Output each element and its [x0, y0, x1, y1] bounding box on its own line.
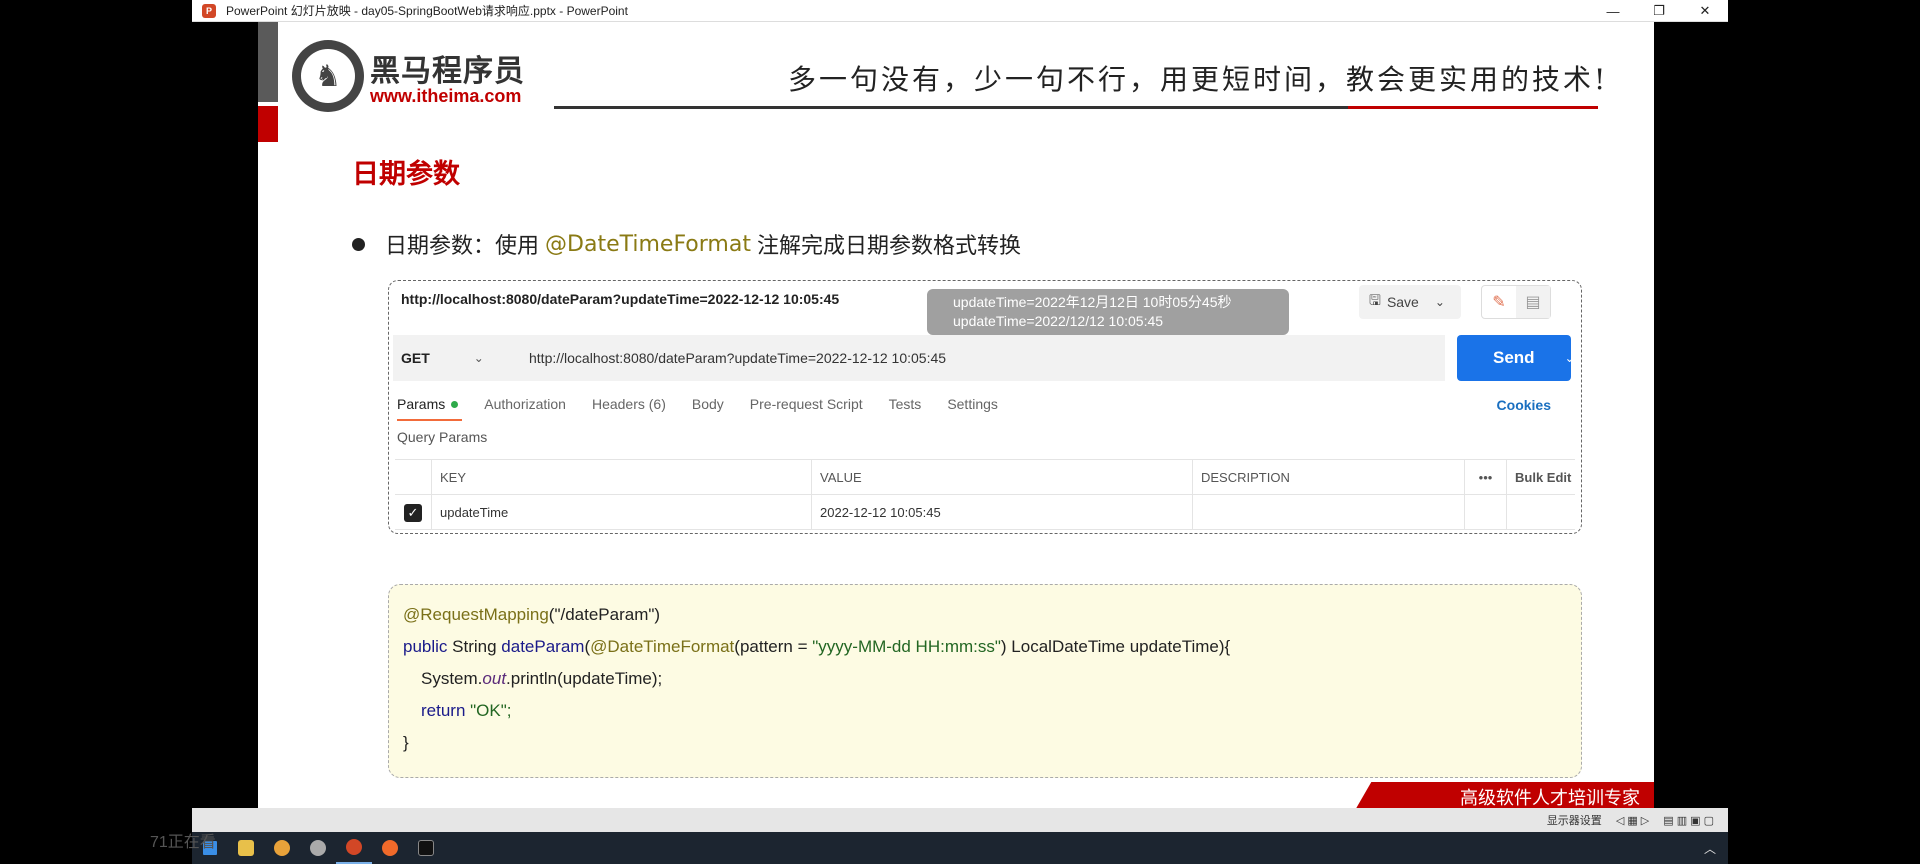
ppt-window: P PowerPoint 幻灯片放映 - day05-SpringBootWeb… [192, 0, 1728, 864]
bullet-text-prefix: 日期参数：使用 [385, 234, 540, 259]
chevron-down-icon[interactable]: ⌄ [1435, 295, 1445, 309]
footer-banner-text: 高级软件人才培训专家 [1460, 788, 1640, 808]
params-status-dot [451, 400, 459, 408]
logo-text: 黑马程序员 [370, 54, 525, 89]
row-spacer [1464, 495, 1506, 530]
bullet-text-suffix: 注解完成日期参数格式转换 [756, 234, 1021, 259]
slide-left-bar [258, 22, 278, 102]
tab-body[interactable]: Body [692, 389, 724, 419]
column-value: VALUE [811, 460, 1192, 495]
row-checkbox[interactable]: ✓ [395, 495, 431, 530]
send-label: Send [1493, 348, 1535, 367]
checkmark-icon: ✓ [404, 503, 422, 522]
view-buttons[interactable]: ▤ ▥ ▣ ▢ [1663, 814, 1714, 827]
url-input[interactable]: http://localhost:8080/dateParam?updateTi… [513, 335, 1445, 381]
pencil-icon[interactable]: ✎ [1482, 286, 1516, 318]
code-line-3: System.out.println(updateTime); [421, 669, 663, 688]
code-line-4: return "OK"; [421, 701, 512, 720]
file-explorer-icon[interactable] [228, 832, 264, 864]
code-line-1: @RequestMapping("/dateParam") [403, 605, 661, 624]
bullet-point: 日期参数：使用 @DateTimeFormat 注解完成日期参数格式转换 [352, 228, 1021, 260]
minimize-button[interactable]: — [1590, 0, 1636, 22]
code-line-2: public String dateParam(@DateTimeFormat(… [403, 637, 1231, 656]
postman-taskbar-icon[interactable] [372, 832, 408, 864]
table-header: KEY VALUE DESCRIPTION ••• Bulk Edit [395, 460, 1575, 495]
status-bar: 显示器设置 ◁ ▦ ▷ ▤ ▥ ▣ ▢ [192, 808, 1728, 832]
param-key[interactable]: updateTime [431, 495, 811, 530]
slide-left-accent [258, 106, 278, 142]
save-button[interactable]: 🖫 Save ⌄ [1359, 285, 1461, 319]
more-options-icon[interactable]: ••• [1464, 460, 1506, 495]
itheima-logo-icon: ♞ [292, 40, 364, 112]
chrome-icon[interactable] [264, 832, 300, 864]
title-bar: P PowerPoint 幻灯片放映 - day05-SpringBootWeb… [192, 0, 1728, 22]
tab-pre-request-script[interactable]: Pre-request Script [750, 389, 863, 419]
app-icon[interactable] [300, 832, 336, 864]
params-table: KEY VALUE DESCRIPTION ••• Bulk Edit ✓ up… [395, 459, 1575, 530]
chevron-down-icon: ⌄ [473, 351, 484, 365]
window-controls: — ❐ ✕ [1590, 0, 1728, 22]
request-tabs: Params Authorization Headers (6) Body Pr… [397, 389, 1024, 421]
tooltip-line-1: updateTime=2022年12月12日 10时05分45秒 [953, 294, 1232, 310]
display-settings-button[interactable]: 显示器设置 [1547, 812, 1602, 828]
param-value[interactable]: 2022-12-12 10:05:45 [811, 495, 1192, 530]
slide-title: 日期参数 [352, 159, 460, 190]
column-key: KEY [431, 460, 811, 495]
powerpoint-icon: P [202, 3, 216, 18]
bulk-edit-button[interactable]: Bulk Edit [1506, 460, 1575, 495]
close-button[interactable]: ✕ [1682, 0, 1728, 22]
method-select[interactable]: GET ⌄ [393, 335, 513, 381]
slide[interactable]: ♞ 黑马程序员 www.itheima.com 多一句没有，少一句不行，用更短时… [258, 22, 1654, 808]
bullet-icon [352, 237, 365, 251]
bullet-annotation: @DateTimeFormat [545, 231, 751, 257]
slogan: 多一句没有，少一句不行，用更短时间，教会更实用的技术! [788, 63, 1609, 96]
code-block: @RequestMapping("/dateParam") public Str… [388, 584, 1582, 778]
slogan-underline-accent [1348, 106, 1598, 109]
query-params-label: Query Params [397, 429, 488, 445]
code-line-5: } [403, 733, 409, 752]
header-checkbox-cell [395, 460, 431, 495]
request-title: http://localhost:8080/dateParam?updateTi… [401, 291, 840, 307]
tray-chevron-up-icon[interactable]: ︿ [1704, 840, 1716, 857]
view-toggle: ✎ ▤ [1481, 285, 1551, 319]
window-title: PowerPoint 幻灯片放映 - day05-SpringBootWeb请求… [226, 4, 628, 18]
tab-params[interactable]: Params [397, 389, 463, 421]
taskbar: ︿ [192, 832, 1728, 864]
save-label: Save [1386, 294, 1419, 310]
slide-navigation[interactable]: ◁ ▦ ▷ [1616, 814, 1649, 827]
save-icon: 🖫 [1369, 292, 1381, 308]
comment-icon[interactable]: ▤ [1516, 286, 1550, 318]
cookies-link[interactable]: Cookies [1497, 397, 1551, 413]
tab-settings[interactable]: Settings [947, 389, 998, 419]
tab-headers[interactable]: Headers (6) [592, 389, 666, 419]
tooltip: updateTime=2022年12月12日 10时05分45秒 updateT… [927, 289, 1289, 343]
powerpoint-taskbar-icon[interactable] [336, 832, 372, 864]
column-description: DESCRIPTION [1192, 460, 1464, 495]
tab-tests[interactable]: Tests [889, 389, 922, 419]
param-description[interactable] [1192, 495, 1464, 530]
viewer-count-overlay: 71正在看 [150, 834, 216, 851]
method-value: GET [401, 350, 430, 366]
horse-icon: ♞ [301, 49, 355, 103]
tooltip-line-2: updateTime=2022/12/12 10:05:45 [953, 313, 1164, 329]
postman-screenshot: http://localhost:8080/dateParam?updateTi… [388, 280, 1582, 534]
send-button[interactable]: Send ⌄ [1457, 335, 1575, 381]
intellij-taskbar-icon[interactable] [408, 832, 444, 864]
logo-url: www.itheima.com [370, 86, 522, 106]
tab-authorization[interactable]: Authorization [484, 389, 566, 419]
table-row: ✓ updateTime 2022-12-12 10:05:45 [395, 495, 1575, 530]
chevron-down-icon[interactable]: ⌄ [1565, 351, 1575, 365]
restore-button[interactable]: ❐ [1636, 0, 1682, 22]
row-spacer-end [1506, 495, 1575, 530]
